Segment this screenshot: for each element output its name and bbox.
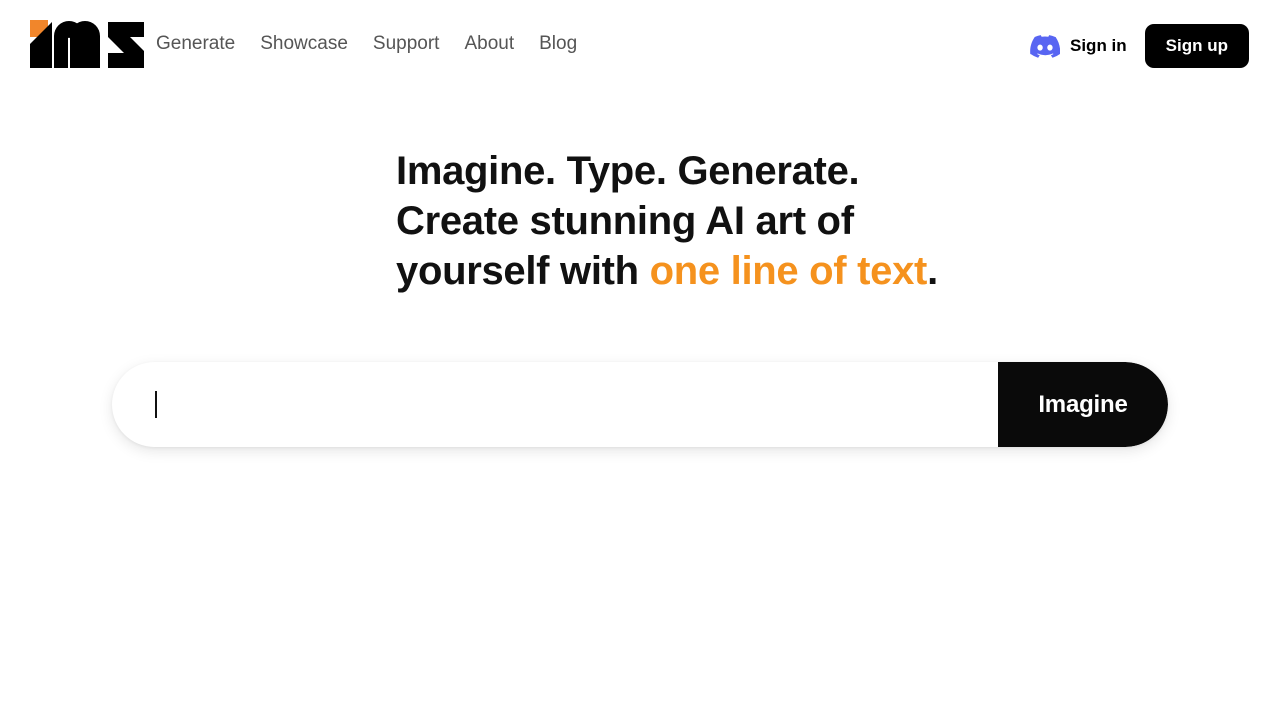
headline-period: . [927,249,938,293]
prompt-bar: Imagine [112,362,1168,447]
prompt-input[interactable] [112,362,998,447]
page-title: Imagine. Type. Generate. Create stunning… [396,146,956,296]
headline-line-3-prefix: yourself with [396,249,650,293]
headline-line-1: Imagine. Type. Generate. [396,149,860,193]
hero-section: Imagine. Type. Generate. Create stunning… [0,0,1280,720]
imagine-button[interactable]: Imagine [998,362,1168,447]
headline-accent-text: one line of text [649,249,928,293]
text-caret [155,391,157,418]
headline-line-2: Create stunning AI art of [396,199,854,243]
